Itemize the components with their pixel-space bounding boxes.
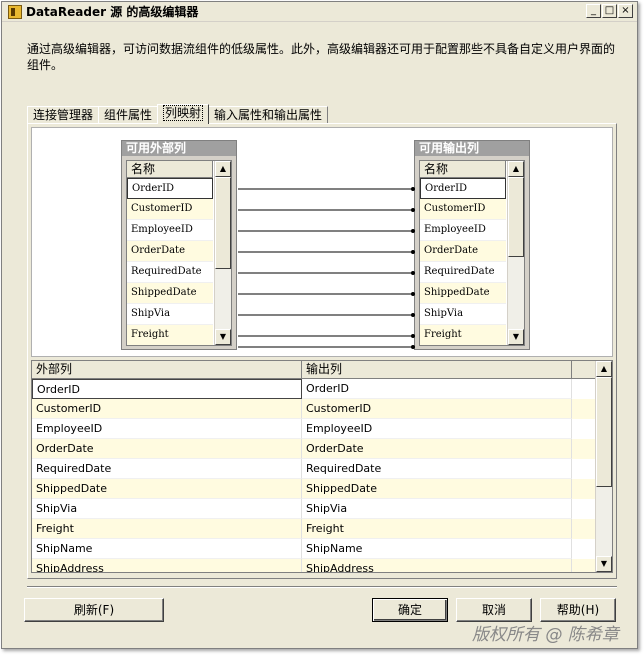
minimize-button[interactable]: _ [586,4,601,18]
tab-label: 输入属性和输出属性 [214,108,323,122]
output-cell[interactable]: ShipName [302,539,572,559]
external-cell[interactable]: OrderDate [32,439,302,459]
mapping-designer: 可用外部列 名称 OrderID CustomerID EmployeeID O… [31,127,613,357]
output-cell[interactable]: ShippedDate [302,479,572,499]
external-cell[interactable]: ShipName [32,539,302,559]
grid-header: 外部列 输出列 [32,361,612,379]
tab-column-mappings[interactable]: 列映射 [157,104,210,124]
table-row[interactable]: ShipVia ShipVia [32,499,612,519]
table-row[interactable]: RequiredDate RequiredDate [32,459,612,479]
external-cell[interactable]: CustomerID [32,399,302,419]
mapping-endpoint [411,187,415,191]
close-button[interactable]: × [618,4,633,18]
mapping-endpoint [411,250,415,254]
column-mapping-grid: 外部列 输出列 OrderID OrderID CustomerID Custo… [31,360,613,573]
external-cell[interactable]: ShipVia [32,499,302,519]
mapping-endpoint [411,313,415,317]
tab-label: 组件属性 [104,108,153,122]
scroll-down-icon[interactable]: ▼ [596,556,612,572]
copyright-watermark: 版权所有 @ 陈希章 [472,625,619,645]
table-row[interactable]: ShippedDate ShippedDate [32,479,612,499]
table-row[interactable]: EmployeeID EmployeeID [32,419,612,439]
mapping-endpoint [411,292,415,296]
refresh-button[interactable]: 刷新(F) [24,598,164,622]
table-row[interactable]: OrderDate OrderDate [32,439,612,459]
ok-button[interactable]: 确定 [372,598,448,622]
table-row[interactable]: CustomerID CustomerID [32,399,612,419]
window-controls: _ □ × [586,4,633,18]
output-cell[interactable]: Freight [302,519,572,539]
external-cell[interactable]: ShippedDate [32,479,302,499]
output-cell[interactable]: EmployeeID [302,419,572,439]
mapping-endpoint [411,334,415,338]
scroll-thumb[interactable] [596,377,612,487]
tab-component-properties[interactable]: 组件属性 [98,106,159,124]
mapping-endpoint [411,345,415,349]
table-row[interactable]: OrderID OrderID [32,379,612,399]
cancel-button[interactable]: 取消 [456,598,532,622]
datareader-source-icon [8,4,22,19]
table-row[interactable]: ShipAddress ShipAddress [32,559,612,572]
tab-input-output-properties[interactable]: 输入属性和输出属性 [208,106,329,124]
column-mappings-panel: 可用外部列 名称 OrderID CustomerID EmployeeID O… [27,123,617,579]
help-button[interactable]: 帮助(H) [540,598,616,622]
tab-connection-managers[interactable]: 连接管理器 [27,106,100,124]
window-title: DataReader 源 的高级编辑器 [26,5,199,19]
output-cell[interactable]: ShipVia [302,499,572,519]
tab-label: 连接管理器 [33,108,94,122]
table-row[interactable]: ShipName ShipName [32,539,612,559]
tab-strip: 连接管理器 组件属性 列映射 输入属性和输出属性 [27,104,329,124]
external-cell[interactable]: ShipAddress [32,559,302,572]
external-cell[interactable]: EmployeeID [32,419,302,439]
table-row[interactable]: Freight Freight [32,519,612,539]
output-column-header[interactable]: 输出列 [302,361,572,379]
maximize-button[interactable]: □ [602,4,617,18]
mapping-endpoint [411,208,415,212]
advanced-editor-window: DataReader 源 的高级编辑器 _ □ × 通过高级编辑器，可访问数据流… [1,1,638,649]
output-cell[interactable]: RequiredDate [302,459,572,479]
mapping-lines [238,187,415,349]
external-cell[interactable]: RequiredDate [32,459,302,479]
title-bar[interactable]: DataReader 源 的高级编辑器 _ □ × [2,2,637,22]
output-cell[interactable]: ShipAddress [302,559,572,572]
mapping-endpoint [411,271,415,275]
scroll-up-icon[interactable]: ▲ [596,361,612,377]
output-cell[interactable]: OrderDate [302,439,572,459]
editor-description: 通过高级编辑器，可访问数据流组件的低级属性。此外，高级编辑器还可用于配置那些不具… [27,42,616,72]
grid-scrollbar[interactable]: ▲ ▼ [595,361,612,572]
output-cell[interactable]: OrderID [302,379,572,399]
external-cell[interactable]: OrderID [32,379,302,399]
footer-separator [27,586,617,588]
mapping-endpoint [411,229,415,233]
tab-label: 列映射 [163,105,204,121]
external-cell[interactable]: Freight [32,519,302,539]
output-cell[interactable]: CustomerID [302,399,572,419]
external-column-header[interactable]: 外部列 [32,361,302,379]
